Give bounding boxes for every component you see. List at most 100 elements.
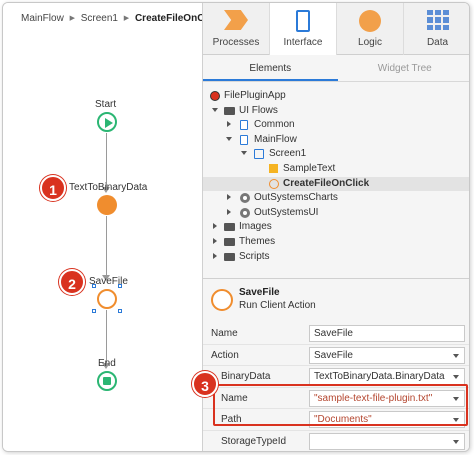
tab-elements[interactable]: Elements xyxy=(203,56,338,81)
data-icon xyxy=(426,10,449,30)
prop-label: BinaryData xyxy=(221,371,271,382)
end-node[interactable] xyxy=(97,371,117,391)
breadcrumb-separator-icon: ▶ xyxy=(69,15,75,22)
tab-interface[interactable]: Interface xyxy=(270,3,337,55)
tree-item-label: FilePluginApp xyxy=(224,90,286,101)
start-node[interactable] xyxy=(97,112,117,132)
chevron-down-icon xyxy=(453,439,459,444)
binarydata-field[interactable]: TextToBinaryData.BinaryData xyxy=(309,368,465,385)
app-icon xyxy=(210,91,220,101)
tree-item-themes[interactable]: Themes xyxy=(203,235,469,250)
breadcrumb-item-mainflow[interactable]: MainFlow xyxy=(21,13,64,24)
collapse-caret-icon[interactable] xyxy=(227,194,231,201)
selected-element-name: SaveFile xyxy=(239,287,280,298)
client-action-icon xyxy=(269,178,279,189)
play-icon xyxy=(105,118,113,128)
folder-icon xyxy=(224,223,235,232)
highlight-box xyxy=(213,384,468,426)
tab-label: Interface xyxy=(283,37,323,48)
collapse-caret-icon[interactable] xyxy=(227,208,231,215)
sub-tabs: Elements Widget Tree xyxy=(203,56,470,82)
tree-item-label: UI Flows xyxy=(239,104,278,116)
collapse-caret-icon[interactable] xyxy=(213,252,217,259)
flow-connector xyxy=(106,310,107,364)
tree-item-label: Screen1 xyxy=(269,148,307,160)
interface-icon xyxy=(296,10,310,32)
prop-label: Action xyxy=(211,349,239,361)
collapse-caret-icon[interactable] xyxy=(213,223,217,230)
variable-icon xyxy=(269,163,278,173)
binarydata-value: TextToBinaryData.BinaryData xyxy=(314,371,445,382)
page-icon xyxy=(240,134,248,145)
chevron-down-icon xyxy=(453,375,459,379)
tree-item-label: CreateFileOnClick xyxy=(283,177,370,189)
tree-item-images[interactable]: Images xyxy=(203,220,469,235)
text-to-binary-label: TextToBinaryData xyxy=(69,182,148,193)
callout-badge-1: 1 xyxy=(40,175,66,201)
tab-logic[interactable]: Logic xyxy=(337,3,404,55)
logic-icon xyxy=(359,10,381,32)
selection-handle[interactable] xyxy=(118,309,122,313)
tree-item-label: Common xyxy=(254,119,295,131)
client-action-icon xyxy=(211,289,233,311)
tree-item-ui-flows[interactable]: UI Flows xyxy=(203,104,469,119)
expand-caret-icon[interactable] xyxy=(226,136,232,141)
tree-item-mainflow[interactable]: MainFlow xyxy=(203,133,469,148)
tree-item-createfileonclick[interactable]: CreateFileOnClick xyxy=(203,176,469,192)
tab-widget-tree[interactable]: Widget Tree xyxy=(338,56,470,81)
selection-handle[interactable] xyxy=(92,309,96,313)
folder-icon xyxy=(224,106,235,115)
tree-item-app[interactable]: FilePluginApp xyxy=(203,89,469,104)
stop-icon xyxy=(103,377,111,385)
prop-row-storagetypeid: StorageTypeId xyxy=(203,431,469,452)
expand-caret-icon[interactable] xyxy=(241,151,247,156)
flow-connector xyxy=(106,133,107,188)
collapse-caret-icon[interactable] xyxy=(227,121,231,128)
tab-label: Processes xyxy=(212,37,260,48)
flow-canvas[interactable]: MainFlow ▶ Screen1 ▶ CreateFileOnClick S… xyxy=(3,3,221,451)
processes-icon xyxy=(224,10,248,30)
folder-icon xyxy=(224,237,235,246)
end-label: End xyxy=(98,358,116,369)
selection-handle[interactable] xyxy=(92,284,96,288)
storagetypeid-field[interactable] xyxy=(309,432,465,450)
breadcrumb: MainFlow ▶ Screen1 ▶ CreateFileOnClick xyxy=(21,13,221,24)
selection-handle[interactable] xyxy=(118,284,122,288)
selected-element-kind: Run Client Action xyxy=(239,300,316,311)
callout-badge-2: 2 xyxy=(59,269,85,295)
tree-item-outsystemsui[interactable]: OutSystemsUI xyxy=(203,206,469,221)
module-icon xyxy=(240,207,250,218)
expand-caret-icon[interactable] xyxy=(212,107,218,112)
prop-label: Name xyxy=(211,328,238,339)
folder-icon xyxy=(224,252,235,261)
screen-icon xyxy=(254,149,264,160)
tree-item-common[interactable]: Common xyxy=(203,118,469,133)
main-tabs: Processes Interface Logic Data xyxy=(203,3,469,55)
tree-item-label: Images xyxy=(239,221,272,233)
savefile-node[interactable] xyxy=(97,289,117,309)
text-to-binary-node[interactable] xyxy=(97,195,117,215)
element-tree: FilePluginApp UI Flows Common MainFlow S xyxy=(203,89,469,265)
start-label: Start xyxy=(95,99,117,110)
tree-item-screen1[interactable]: Screen1 xyxy=(203,147,469,162)
breadcrumb-item-screen1[interactable]: Screen1 xyxy=(81,13,118,24)
flow-connector xyxy=(106,216,107,276)
prop-row-name: Name SaveFile xyxy=(203,323,469,345)
tab-label: Data xyxy=(426,37,449,48)
tree-item-sampletext[interactable]: SampleText xyxy=(203,162,469,177)
properties-header: SaveFile Run Client Action xyxy=(203,279,469,323)
tree-item-label: SampleText xyxy=(283,162,336,174)
tab-processes[interactable]: Processes xyxy=(203,3,270,55)
collapse-caret-icon[interactable] xyxy=(213,237,217,244)
chevron-down-icon xyxy=(453,353,459,358)
action-select[interactable]: SaveFile xyxy=(309,346,465,364)
tab-label: Logic xyxy=(358,37,382,48)
tree-item-scripts[interactable]: Scripts xyxy=(203,250,469,265)
module-icon xyxy=(240,193,250,204)
tree-item-label: Themes xyxy=(239,235,276,247)
tab-data[interactable]: Data xyxy=(404,3,469,55)
name-field[interactable]: SaveFile xyxy=(309,325,465,342)
callout-badge-3: 3 xyxy=(192,371,218,397)
tree-item-label: Scripts xyxy=(239,250,270,262)
tree-item-outsystemscharts[interactable]: OutSystemsCharts xyxy=(203,191,469,206)
